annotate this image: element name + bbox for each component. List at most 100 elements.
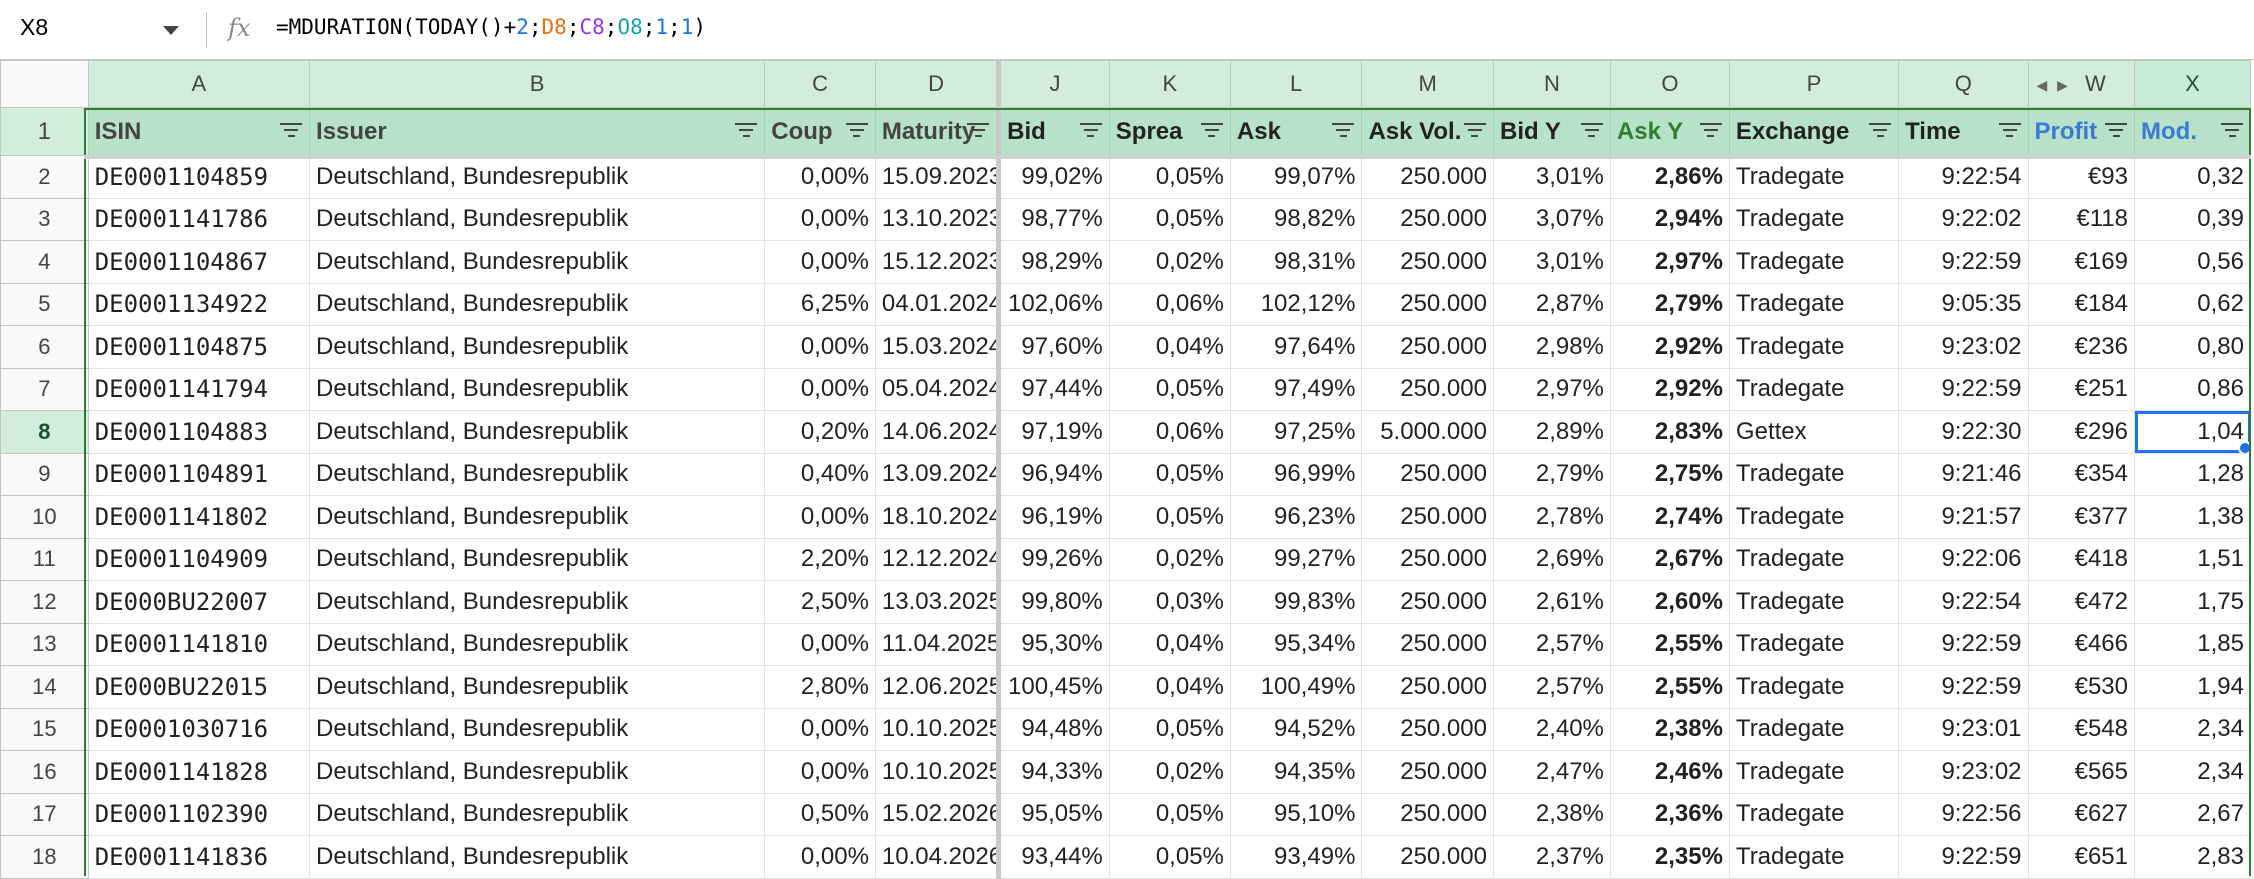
cell-n[interactable]: 2,57%	[1492, 665, 1611, 709]
cell-k[interactable]: 0,06%	[1108, 282, 1231, 326]
row-number[interactable]: 7	[0, 367, 89, 411]
cell-d[interactable]: 15.02.2026	[874, 792, 1002, 836]
cell-m[interactable]: 250.000	[1361, 325, 1494, 369]
cell-c[interactable]: 0,40%	[764, 452, 876, 496]
cell-x[interactable]: 2,67	[2134, 792, 2251, 836]
cell-o[interactable]: 2,94%	[1609, 197, 1730, 241]
cell-m[interactable]: 250.000	[1361, 452, 1494, 496]
column-header-n[interactable]: N	[1492, 60, 1611, 108]
header-cell-x[interactable]: Mod.	[2134, 107, 2251, 156]
header-cell-d[interactable]: Maturity	[874, 107, 1002, 156]
cell-l[interactable]: 102,12%	[1229, 282, 1363, 326]
cell-d[interactable]: 04.01.2024	[874, 282, 1002, 326]
cell-m[interactable]: 250.000	[1361, 792, 1494, 836]
cell-b[interactable]: Deutschland, Bundesrepublik	[309, 835, 766, 879]
filter-icon[interactable]	[2104, 123, 2128, 141]
cell-n[interactable]: 2,47%	[1492, 750, 1611, 794]
cell-d[interactable]: 15.09.2023	[874, 155, 1002, 199]
cell-k[interactable]: 0,04%	[1108, 325, 1231, 369]
cell-p[interactable]: Tradegate	[1728, 240, 1900, 284]
select-all-corner[interactable]	[0, 60, 89, 108]
cell-x[interactable]: 0,39	[2134, 197, 2251, 241]
header-cell-n[interactable]: Bid Y	[1492, 107, 1611, 156]
row-number[interactable]: 13	[0, 622, 89, 666]
row-number[interactable]: 2	[0, 155, 89, 199]
header-cell-k[interactable]: Sprea	[1108, 107, 1231, 156]
cell-j[interactable]: 96,94%	[998, 452, 1110, 496]
cell-m[interactable]: 250.000	[1361, 495, 1494, 539]
cell-o[interactable]: 2,83%	[1609, 410, 1730, 454]
cell-m[interactable]: 250.000	[1361, 750, 1494, 794]
cell-j[interactable]: 100,45%	[998, 665, 1110, 709]
cell-b[interactable]: Deutschland, Bundesrepublik	[309, 410, 766, 454]
cell-m[interactable]: 250.000	[1361, 707, 1494, 751]
cell-b[interactable]: Deutschland, Bundesrepublik	[309, 282, 766, 326]
cell-a[interactable]: DE0001141828	[87, 750, 311, 794]
cell-w[interactable]: €93	[2027, 155, 2136, 199]
cell-m[interactable]: 250.000	[1361, 197, 1494, 241]
cell-j[interactable]: 95,05%	[998, 792, 1110, 836]
cell-a[interactable]: DE000BU22015	[87, 665, 311, 709]
cell-m[interactable]: 250.000	[1361, 282, 1494, 326]
cell-w[interactable]: €530	[2027, 665, 2136, 709]
cell-n[interactable]: 2,38%	[1492, 792, 1611, 836]
cell-q[interactable]: 9:22:59	[1898, 367, 2029, 411]
cell-b[interactable]: Deutschland, Bundesrepublik	[309, 240, 766, 284]
row-number[interactable]: 1	[0, 107, 89, 156]
row-number[interactable]: 8	[0, 410, 89, 454]
cell-a[interactable]: DE0001102390	[87, 792, 311, 836]
cell-d[interactable]: 05.04.2024	[874, 367, 1002, 411]
header-cell-m[interactable]: Ask Vol.	[1361, 107, 1494, 156]
row-number[interactable]: 5	[0, 282, 89, 326]
cell-q[interactable]: 9:21:57	[1898, 495, 2029, 539]
cell-p[interactable]: Tradegate	[1728, 580, 1900, 624]
cell-w[interactable]: €651	[2027, 835, 2136, 879]
cell-l[interactable]: 98,31%	[1229, 240, 1363, 284]
cell-c[interactable]: 0,00%	[764, 622, 876, 666]
cell-w[interactable]: €627	[2027, 792, 2136, 836]
cell-p[interactable]: Tradegate	[1728, 665, 1900, 709]
cell-k[interactable]: 0,05%	[1108, 155, 1231, 199]
filter-icon[interactable]	[2220, 123, 2244, 141]
cell-a[interactable]: DE0001141794	[87, 367, 311, 411]
cell-p[interactable]: Tradegate	[1728, 622, 1900, 666]
cell-k[interactable]: 0,05%	[1108, 707, 1231, 751]
selected-cell[interactable]: 1,04	[2134, 410, 2251, 454]
row-number[interactable]: 15	[0, 707, 89, 751]
cell-m[interactable]: 250.000	[1361, 537, 1494, 581]
cell-m[interactable]: 250.000	[1361, 665, 1494, 709]
cell-p[interactable]: Tradegate	[1728, 367, 1900, 411]
cell-l[interactable]: 99,27%	[1229, 537, 1363, 581]
cell-p[interactable]: Tradegate	[1728, 537, 1900, 581]
cell-p[interactable]: Tradegate	[1728, 282, 1900, 326]
filter-icon[interactable]	[845, 123, 869, 141]
cell-b[interactable]: Deutschland, Bundesrepublik	[309, 622, 766, 666]
cell-x[interactable]: 0,86	[2134, 367, 2251, 411]
cell-a[interactable]: DE000BU22007	[87, 580, 311, 624]
cell-j[interactable]: 102,06%	[998, 282, 1110, 326]
cell-c[interactable]: 0,00%	[764, 155, 876, 199]
cell-x[interactable]: 0,80	[2134, 325, 2251, 369]
cell-b[interactable]: Deutschland, Bundesrepublik	[309, 750, 766, 794]
cell-d[interactable]: 10.10.2025	[874, 750, 1002, 794]
cell-b[interactable]: Deutschland, Bundesrepublik	[309, 707, 766, 751]
cell-j[interactable]: 99,02%	[998, 155, 1110, 199]
cell-k[interactable]: 0,05%	[1108, 495, 1231, 539]
cell-k[interactable]: 0,05%	[1108, 452, 1231, 496]
cell-k[interactable]: 0,05%	[1108, 367, 1231, 411]
filter-icon[interactable]	[966, 123, 990, 141]
cell-n[interactable]: 2,98%	[1492, 325, 1611, 369]
column-header-l[interactable]: L	[1229, 60, 1363, 108]
row-number[interactable]: 11	[0, 537, 89, 581]
column-header-j[interactable]: J	[998, 60, 1110, 108]
cell-d[interactable]: 13.03.2025	[874, 580, 1002, 624]
header-cell-p[interactable]: Exchange	[1728, 107, 1900, 156]
cell-j[interactable]: 99,26%	[998, 537, 1110, 581]
cell-o[interactable]: 2,35%	[1609, 835, 1730, 879]
cell-w[interactable]: €236	[2027, 325, 2136, 369]
cell-d[interactable]: 12.06.2025	[874, 665, 1002, 709]
filter-icon[interactable]	[1580, 123, 1604, 141]
row-number[interactable]: 9	[0, 452, 89, 496]
cell-p[interactable]: Tradegate	[1728, 197, 1900, 241]
cell-j[interactable]: 96,19%	[998, 495, 1110, 539]
